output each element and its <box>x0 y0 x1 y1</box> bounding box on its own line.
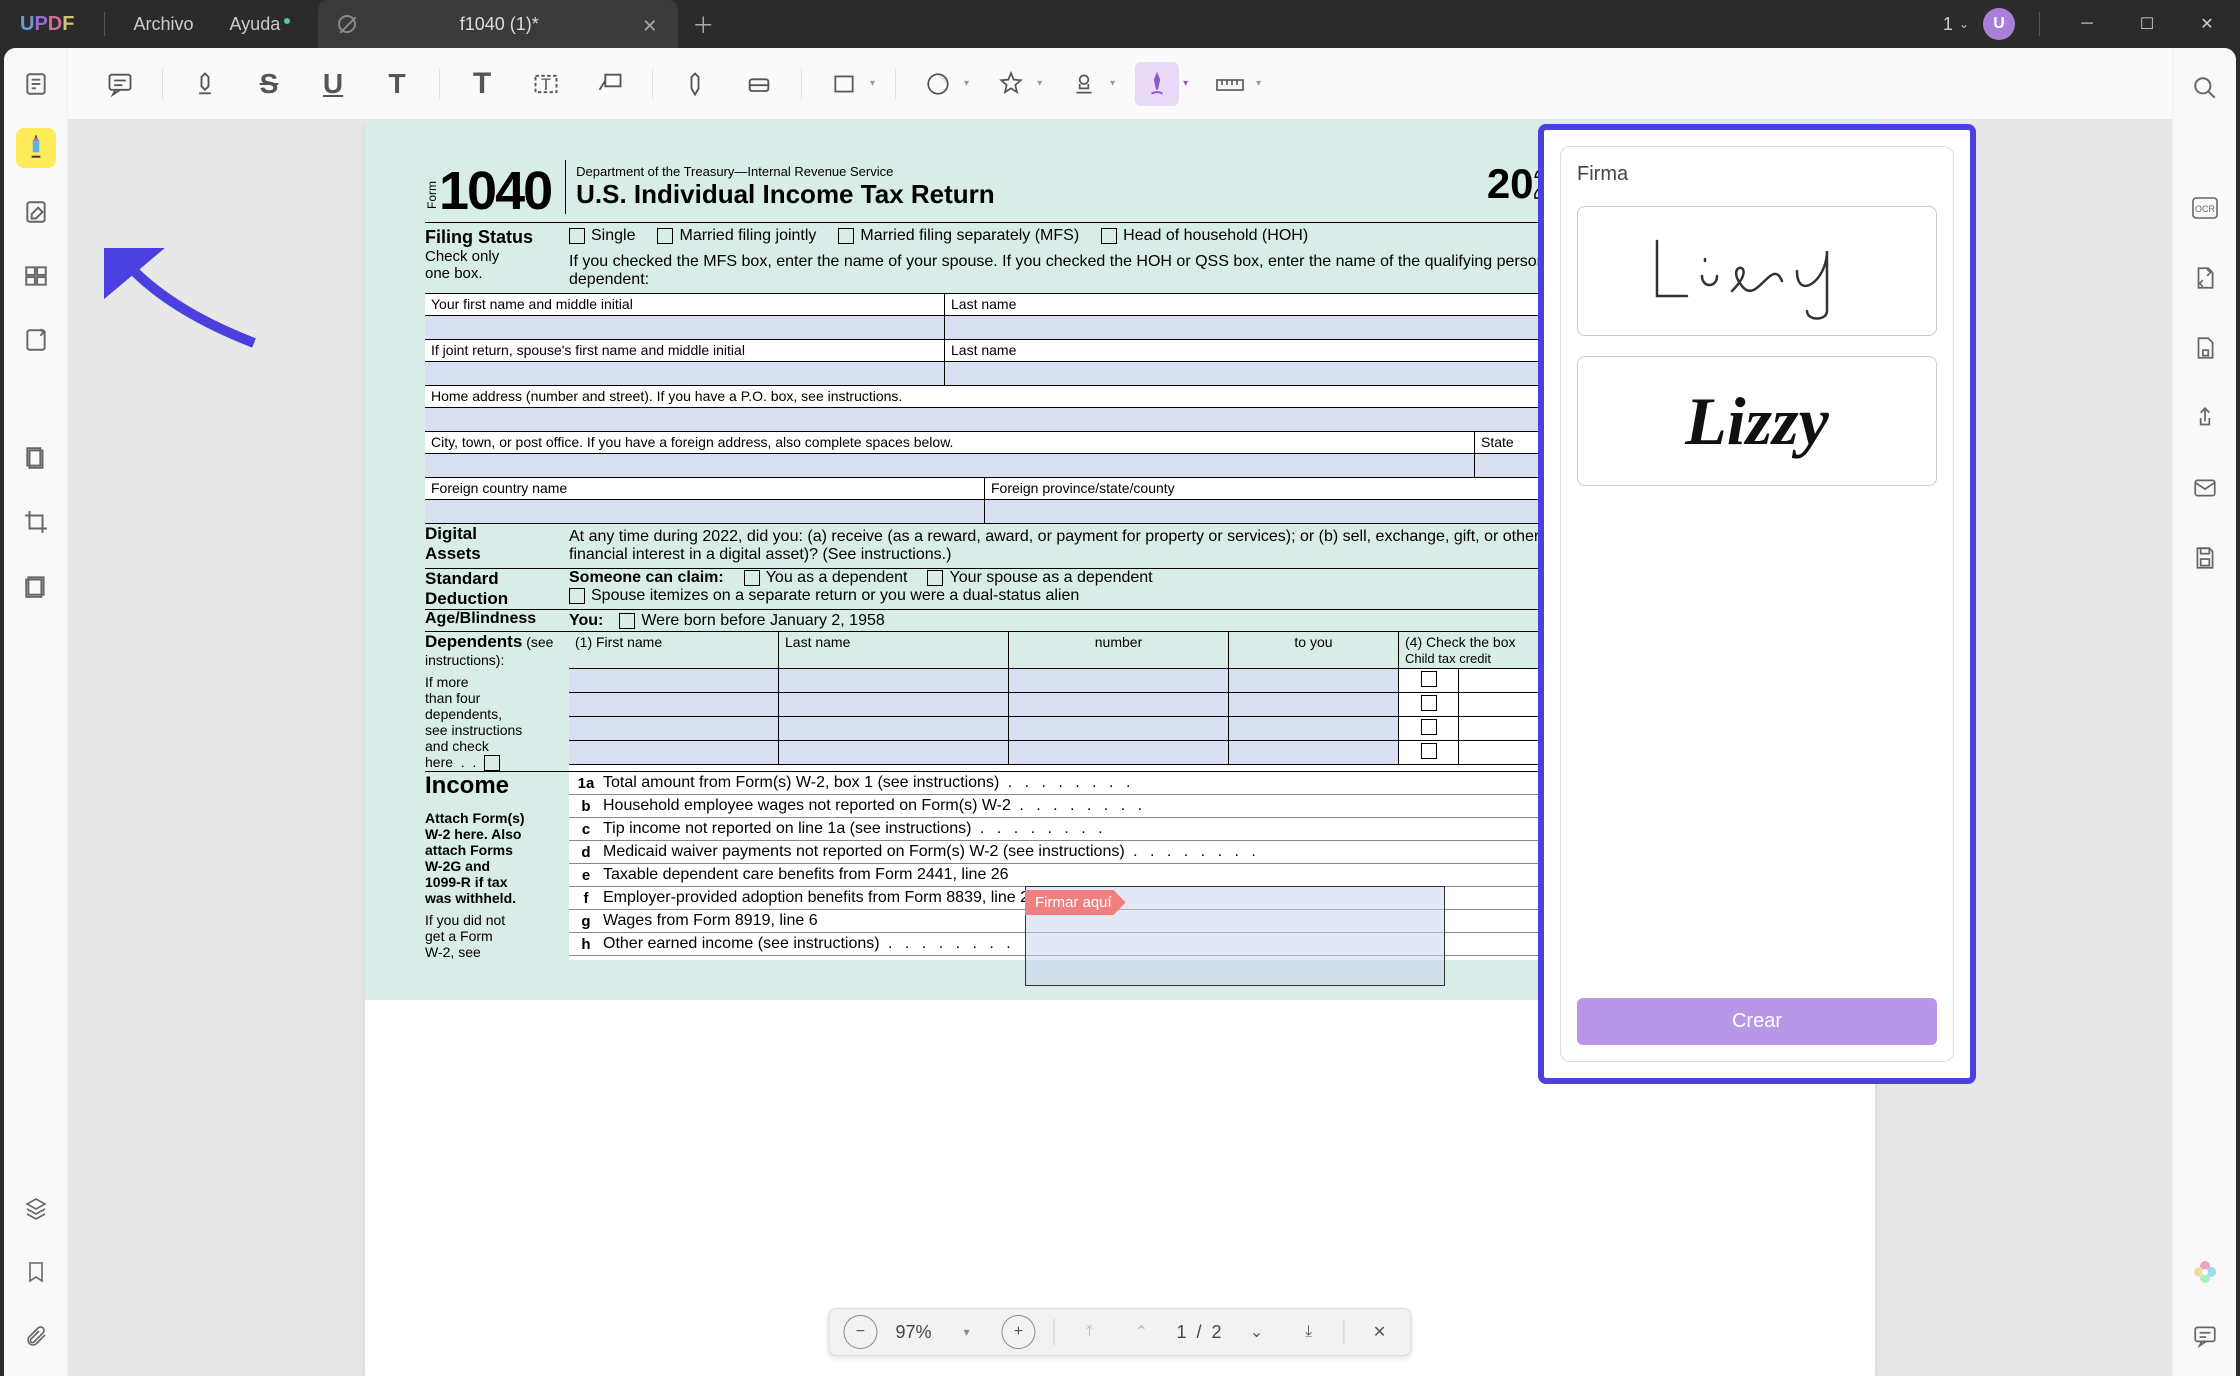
signature-preview-script[interactable]: Lizzy <box>1577 356 1937 486</box>
convert-icon[interactable] <box>2185 258 2225 298</box>
address-input[interactable] <box>425 408 1675 431</box>
maximize-button[interactable]: ☐ <box>2124 4 2170 44</box>
page-dropdown[interactable]: 1 ⌄ <box>1943 14 1969 35</box>
save-icon[interactable] <box>2185 538 2225 578</box>
svg-text:T: T <box>541 75 551 93</box>
stamp-icon[interactable] <box>1062 62 1106 106</box>
sidebar-bookmark-icon[interactable] <box>16 1252 56 1292</box>
pencil-icon[interactable] <box>673 62 717 106</box>
svg-text:OCR: OCR <box>2195 204 2216 214</box>
close-button[interactable]: ✕ <box>2184 4 2230 44</box>
zoom-out-button[interactable]: − <box>843 1315 877 1349</box>
minimize-button[interactable]: ─ <box>2064 4 2110 44</box>
create-signature-button[interactable]: Crear <box>1577 998 1937 1045</box>
sidebar-comment-icon[interactable] <box>16 128 56 168</box>
filing-single[interactable]: Single <box>569 227 635 245</box>
spouse-dependent[interactable]: Your spouse as a dependent <box>927 569 1152 587</box>
tab-close-button[interactable]: ✕ <box>642 16 658 32</box>
signature-panel-title: Firma <box>1577 163 1937 186</box>
sidebar-layers-icon[interactable] <box>16 1188 56 1228</box>
you-born-before[interactable]: Were born before January 2, 1958 <box>619 612 884 630</box>
form-label: Form <box>425 181 439 209</box>
squiggly-icon[interactable]: T <box>375 62 419 106</box>
comment-icon[interactable] <box>98 62 142 106</box>
filing-mfj[interactable]: Married filing jointly <box>657 227 816 245</box>
app-logo: UPDF <box>0 13 94 36</box>
ocr-icon[interactable]: OCR <box>2185 188 2225 228</box>
zoom-value[interactable]: 97% <box>895 1322 931 1343</box>
zoom-dropdown[interactable]: ▾ <box>949 1315 983 1349</box>
user-avatar[interactable]: U <box>1983 8 2015 40</box>
highlight-icon[interactable] <box>183 62 227 106</box>
document-tab[interactable]: f1040 (1)* ✕ <box>318 0 678 48</box>
menu-file[interactable]: Archivo <box>115 14 211 35</box>
foreign-province-input[interactable] <box>985 500 1615 523</box>
chat-icon[interactable] <box>2185 1316 2225 1356</box>
sidebar-crop-icon[interactable] <box>16 502 56 542</box>
signature-icon[interactable] <box>1135 62 1179 106</box>
text-icon[interactable]: T <box>460 62 504 106</box>
sidebar-reader-icon[interactable] <box>16 64 56 104</box>
filing-hoh[interactable]: Head of household (HOH) <box>1101 227 1308 245</box>
next-page-button[interactable]: ⌄ <box>1240 1315 1274 1349</box>
city-input[interactable] <box>425 454 1475 477</box>
tab-title: f1040 (1)* <box>372 14 626 35</box>
sticker-icon[interactable] <box>916 62 960 106</box>
rectangle-icon[interactable] <box>822 62 866 106</box>
tab-add-button[interactable]: ＋ <box>692 8 714 40</box>
share-icon[interactable] <box>2185 398 2225 438</box>
foreign-country-input[interactable] <box>425 500 985 523</box>
spouse-first-input[interactable] <box>425 362 945 385</box>
sidebar-attachment-icon[interactable] <box>16 1316 56 1356</box>
page-controls: − 97% ▾ + ⤒ ⌃ 1 / 2 ⌄ ⤓ ✕ <box>828 1308 1411 1356</box>
signature-panel: Firma Lizzy Crear <box>1538 124 1976 1084</box>
sidebar-pages-icon[interactable] <box>16 438 56 478</box>
email-icon[interactable] <box>2185 468 2225 508</box>
sidebar-edit-icon[interactable] <box>16 192 56 232</box>
menu-help[interactable]: Ayuda <box>212 14 299 35</box>
textbox-icon[interactable]: T <box>524 62 568 106</box>
titlebar: UPDF Archivo Ayuda f1040 (1)* ✕ ＋ 1 ⌄ U … <box>0 0 2240 48</box>
annotation-toolbar: S U T T T ▾ ▾ ▾ ▾ ▾ ▾ <box>68 48 2172 120</box>
search-icon[interactable] <box>2185 68 2225 108</box>
last-page-button[interactable]: ⤓ <box>1292 1315 1326 1349</box>
first-page-button[interactable]: ⤒ <box>1072 1315 1106 1349</box>
sidebar-fillform-icon[interactable] <box>16 320 56 360</box>
first-name-input[interactable] <box>425 316 945 339</box>
close-controls-button[interactable]: ✕ <box>1363 1315 1397 1349</box>
sidebar-redact-icon[interactable] <box>16 566 56 606</box>
filing-mfs[interactable]: Married filing separately (MFS) <box>838 227 1079 245</box>
form-number: 1040 <box>439 160 551 222</box>
zoom-in-button[interactable]: + <box>1001 1315 1035 1349</box>
form-dept: Department of the Treasury—Internal Reve… <box>576 164 1467 179</box>
tab-blocked-icon <box>338 15 356 33</box>
sidebar-organize-icon[interactable] <box>16 256 56 296</box>
signature-preview-handwritten[interactable] <box>1577 206 1937 336</box>
prev-page-button[interactable]: ⌃ <box>1124 1315 1158 1349</box>
left-sidebar <box>4 48 68 1376</box>
you-dependent[interactable]: You as a dependent <box>744 569 908 587</box>
page-input[interactable]: 1 <box>1176 1322 1186 1342</box>
strikethrough-icon[interactable]: S <box>247 62 291 106</box>
ruler-icon[interactable] <box>1208 62 1252 106</box>
underline-icon[interactable]: U <box>311 62 355 106</box>
spouse-itemize[interactable]: Spouse itemizes on a separate return or … <box>569 587 1079 605</box>
form-title: U.S. Individual Income Tax Return <box>576 179 1467 210</box>
eraser-icon[interactable] <box>737 62 781 106</box>
callout-icon[interactable] <box>588 62 632 106</box>
stamp-star-icon[interactable] <box>989 62 1033 106</box>
sign-here-tag: Firmar aquí <box>1025 890 1126 915</box>
ai-icon[interactable] <box>2185 1252 2225 1292</box>
right-sidebar: OCR <box>2172 48 2236 1376</box>
compress-icon[interactable] <box>2185 328 2225 368</box>
